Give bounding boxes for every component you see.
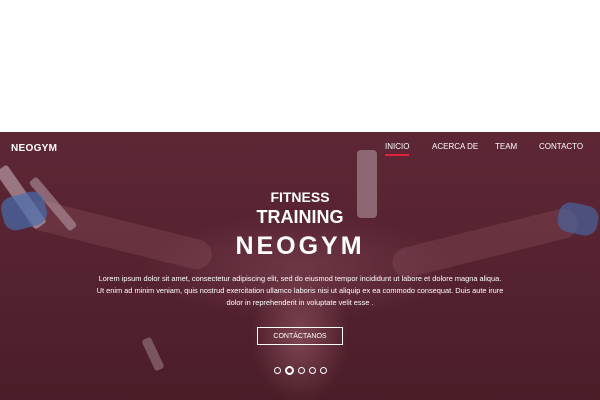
decorative-bar-bottom bbox=[141, 336, 165, 372]
hero-title-training: TRAINING bbox=[256, 207, 344, 227]
top-nav: INICIO ACERCA DE TEAM CONTACTO bbox=[0, 142, 600, 162]
contact-button[interactable]: CONTÁCTANOS bbox=[257, 327, 343, 345]
hero-title-neogym: NEOGYM bbox=[235, 232, 365, 260]
slider-dot-1[interactable] bbox=[274, 367, 281, 374]
hero-title-fitness: FITNESS bbox=[270, 189, 330, 205]
slider-dot-3[interactable] bbox=[298, 367, 305, 374]
nav-item-acerca-de[interactable]: ACERCA DE bbox=[432, 142, 478, 152]
nav-item-inicio[interactable]: INICIO bbox=[385, 142, 410, 156]
hero-section: NEOGYM INICIO ACERCA DE TEAM CONTACTO FI… bbox=[0, 132, 600, 400]
slider-dot-5[interactable] bbox=[320, 367, 327, 374]
slider-dot-4[interactable] bbox=[309, 367, 316, 374]
hero-description: Lorem ipsum dolor sit amet, consectetur … bbox=[96, 274, 504, 307]
slider-dot-2[interactable] bbox=[285, 366, 294, 375]
nav-item-team[interactable]: TEAM bbox=[495, 142, 517, 152]
nav-item-contacto[interactable]: CONTACTO bbox=[539, 142, 583, 152]
